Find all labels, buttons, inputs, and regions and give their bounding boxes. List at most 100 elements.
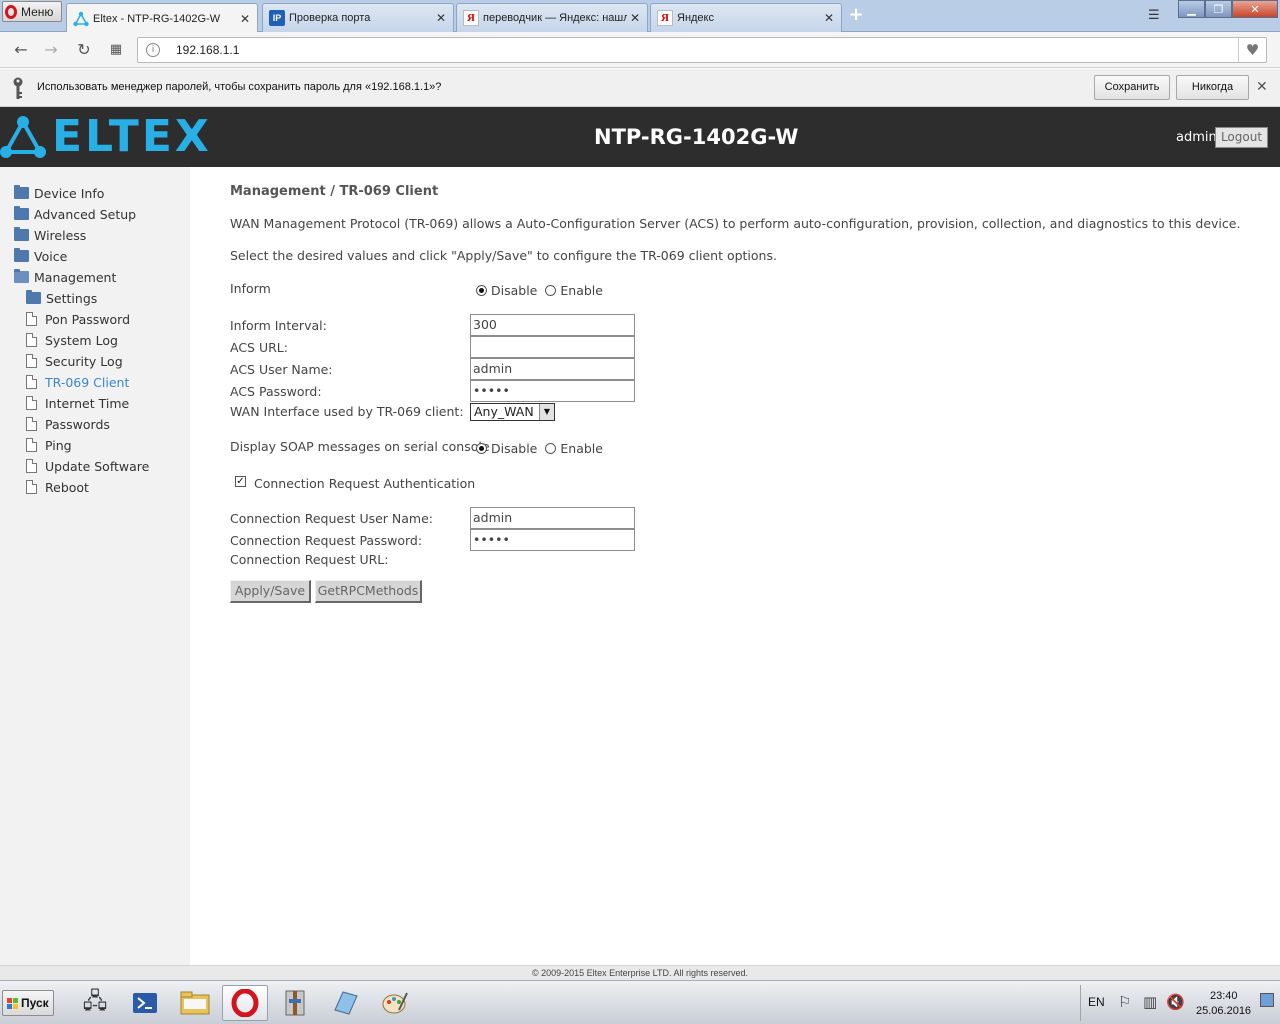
conn-user-input[interactable]: admin <box>470 507 635 529</box>
tab-yandex[interactable]: Я Яндекс ✕ <box>650 3 842 32</box>
inform-radio-group: Disable Enable <box>476 283 611 298</box>
tab-close-icon[interactable]: ✕ <box>821 11 837 25</box>
device-title: NTP-RG-1402G-W <box>594 125 799 149</box>
sidebar-item-reboot[interactable]: Reboot <box>26 478 89 496</box>
sidebar-item-internet-time[interactable]: Internet Time <box>26 394 129 412</box>
speed-dial-grid-icon[interactable]: ▦ <box>105 40 127 60</box>
key-icon <box>12 77 24 106</box>
tab-close-icon[interactable]: ✕ <box>237 12 253 26</box>
tab-close-icon[interactable]: ✕ <box>433 11 449 25</box>
sidebar-item-label: Pon Password <box>45 311 131 327</box>
sidebar-item-voice[interactable]: Voice <box>14 247 67 265</box>
forward-arrow-icon[interactable]: → <box>40 40 62 60</box>
sidebar-item-pon-password[interactable]: Pon Password <box>26 310 130 328</box>
get-rpc-methods-button[interactable]: GetRPCMethods <box>315 580 422 603</box>
tab-port-check[interactable]: IP Проверка порта ✕ <box>262 3 454 32</box>
browser-tab-bar: Меню Eltex - NTP-RG-1402G-W ✕ IP Проверк… <box>0 0 1280 33</box>
conn-password-input[interactable]: ••••• <box>470 529 635 551</box>
heart-bookmark-icon[interactable]: ♥ <box>1238 38 1266 62</box>
tray-separator <box>1080 985 1081 1021</box>
page-icon <box>26 438 37 452</box>
page-icon <box>26 417 37 431</box>
paint-palette-icon[interactable] <box>372 985 418 1021</box>
powershell-icon[interactable] <box>122 985 168 1021</box>
password-prompt-text: Использовать менеджер паролей, чтобы сох… <box>37 81 442 93</box>
sidebar-item-label: Wireless <box>34 227 87 243</box>
language-indicator[interactable]: EN <box>1088 995 1105 1009</box>
sidebar-item-update-software[interactable]: Update Software <box>26 457 149 475</box>
action-center-flag-icon[interactable]: ⚐ <box>1118 993 1131 1011</box>
sidebar-item-label: Update Software <box>45 458 150 474</box>
start-button[interactable]: Пуск <box>2 990 54 1016</box>
folder-icon <box>14 206 29 220</box>
chevron-down-icon: ▼ <box>539 404 554 420</box>
tab-menu-icon[interactable]: ☰ <box>1148 8 1160 23</box>
opera-menu-button[interactable]: Меню <box>2 1 62 22</box>
sidebar-item-wireless[interactable]: Wireless <box>14 226 86 244</box>
yandex-favicon-icon: Я <box>657 10 673 26</box>
folder-icon <box>14 248 29 262</box>
sidebar-item-label: Security Log <box>45 353 123 369</box>
page-icon <box>26 354 37 368</box>
sidebar-item-label: Settings <box>46 290 98 306</box>
network-computer-icon[interactable]: 🖧 <box>72 985 118 1021</box>
winrar-archive-icon[interactable] <box>272 985 318 1021</box>
never-save-button[interactable]: Никогда <box>1176 75 1249 100</box>
reload-icon[interactable]: ↻ <box>73 40 95 60</box>
sidebar-item-management[interactable]: Management <box>14 268 116 286</box>
apply-save-button[interactable]: Apply/Save <box>230 580 311 603</box>
server-status-icon[interactable]: ▥ <box>1143 993 1157 1011</box>
sidebar-item-tr069-client[interactable]: TR-069 Client <box>26 373 129 391</box>
acs-password-input[interactable]: ••••• <box>470 380 635 402</box>
close-icon[interactable]: ✕ <box>1256 79 1268 95</box>
acs-url-input[interactable] <box>470 336 635 358</box>
instruction-text: Select the desired values and click "App… <box>230 248 777 263</box>
acs-user-label: ACS User Name: <box>230 362 333 377</box>
inform-interval-input[interactable]: 300 <box>470 314 635 336</box>
opera-browser-icon[interactable] <box>222 985 268 1021</box>
show-desktop-button[interactable] <box>1260 993 1274 1007</box>
tab-eltex[interactable]: Eltex - NTP-RG-1402G-W ✕ <box>66 3 258 33</box>
url-input[interactable]: i 192.168.1.1 ♥ <box>137 37 1267 63</box>
opera-logo-icon <box>5 4 17 19</box>
soap-disable-radio[interactable] <box>476 443 487 454</box>
main-content: Management / TR-069 Client WAN Managemen… <box>190 167 1280 965</box>
inform-disable-radio[interactable] <box>476 285 487 296</box>
soap-enable-radio[interactable] <box>545 443 557 454</box>
clock-time[interactable]: 23:40 <box>1210 990 1238 1002</box>
new-tab-plus-icon[interactable]: + <box>846 6 866 26</box>
start-label: Пуск <box>21 996 49 1010</box>
site-info-icon[interactable]: i <box>146 43 160 57</box>
sidebar-item-settings[interactable]: Settings <box>26 289 97 307</box>
page-title: Management / TR-069 Client <box>230 184 439 199</box>
sidebar-item-ping[interactable]: Ping <box>26 436 72 454</box>
sidebar-item-device-info[interactable]: Device Info <box>14 184 104 202</box>
window-close-button[interactable]: ✕ <box>1232 0 1278 18</box>
volume-muted-icon[interactable]: 🔇 <box>1166 993 1185 1011</box>
sidebar-item-security-log[interactable]: Security Log <box>26 352 123 370</box>
back-arrow-icon[interactable]: ← <box>10 40 32 60</box>
save-password-button[interactable]: Сохранить <box>1094 75 1170 100</box>
tab-yandex-translate[interactable]: Я переводчик — Яндекс: нашлось ✕ <box>456 3 648 32</box>
tab-close-icon[interactable]: ✕ <box>627 11 643 25</box>
conn-auth-checkbox[interactable]: ✓ <box>235 476 246 487</box>
sidebar-item-label: Device Info <box>34 185 105 201</box>
notepad-icon[interactable] <box>322 985 368 1021</box>
sidebar-item-system-log[interactable]: System Log <box>26 331 118 349</box>
browser-address-bar: ← → ↻ ▦ i 192.168.1.1 ♥ <box>0 32 1280 68</box>
sidebar-item-label: Reboot <box>45 479 89 495</box>
sidebar-item-passwords[interactable]: Passwords <box>26 415 110 433</box>
clock-date[interactable]: 25.06.2016 <box>1196 1005 1251 1017</box>
acs-user-input[interactable]: admin <box>470 358 635 380</box>
file-explorer-icon[interactable] <box>172 985 218 1021</box>
sidebar-item-label: Voice <box>34 248 68 264</box>
radio-label: Enable <box>560 441 603 456</box>
os-taskbar: Пуск 🖧 EN ⚐ ▥ 🔇 23:40 25.06.2016 <box>0 980 1280 1024</box>
window-minimize-button[interactable]: ▁ <box>1178 0 1205 18</box>
sidebar-item-label: Management <box>34 269 117 285</box>
window-maximize-button[interactable]: ❐ <box>1205 0 1232 18</box>
sidebar-item-advanced-setup[interactable]: Advanced Setup <box>14 205 136 223</box>
wan-interface-select[interactable]: Any_WAN ▼ <box>470 403 555 421</box>
logout-button[interactable]: Logout <box>1215 127 1268 148</box>
inform-enable-radio[interactable] <box>545 285 557 296</box>
